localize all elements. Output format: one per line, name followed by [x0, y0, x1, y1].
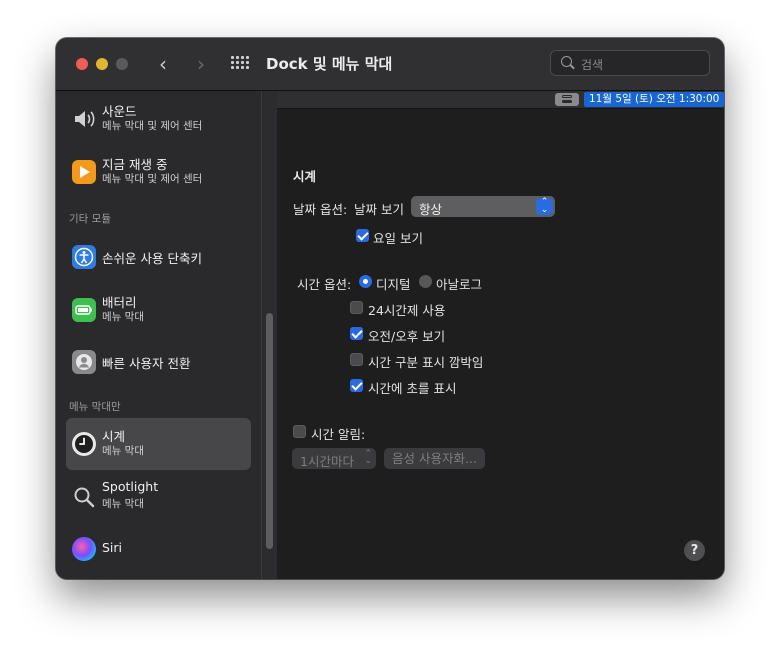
search-placeholder: 검색	[581, 58, 604, 72]
search-field[interactable]: 검색	[550, 50, 710, 76]
now-playing-icon	[72, 160, 96, 184]
announce-time-label: 시간 알림:	[311, 427, 366, 442]
announce-interval-popup[interactable]: 1시간마다 ⌃ ⌄	[292, 448, 376, 469]
sidebar: 사운드 메뉴 막대 및 제어 센터 지금 재생 중 메뉴 막대 및 제어 센터 …	[56, 91, 261, 579]
sidebar-scroll-thumb[interactable]	[266, 313, 273, 549]
sidebar-item-sublabel: 메뉴 막대	[102, 498, 144, 510]
sidebar-item-label: Spotlight	[102, 479, 159, 494]
announce-interval-value: 1시간마다	[300, 454, 354, 469]
menubar-preview: 11월 5일 (토) 오전 1:30:00	[277, 91, 724, 109]
customize-voice-button[interactable]: 음성 사용자화...	[384, 448, 485, 469]
show-date-label: 날짜 보기	[354, 202, 404, 217]
show-date-popup[interactable]: 항상 ⌃ ⌄	[411, 196, 555, 217]
24-hour-checkbox[interactable]	[350, 301, 363, 314]
show-date-value: 항상	[419, 202, 443, 217]
analog-radio[interactable]	[419, 275, 432, 288]
search-icon	[561, 56, 572, 67]
show-ampm-label: 오전/오후 보기	[368, 329, 446, 344]
show-all-grid-icon[interactable]	[231, 56, 249, 70]
show-seconds-label: 시간에 초를 표시	[368, 381, 457, 396]
date-options-label: 날짜 옵션:	[293, 202, 348, 217]
sidebar-item-label: 빠른 사용자 전환	[102, 356, 191, 371]
show-weekday-checkbox[interactable]	[356, 229, 369, 242]
popup-chevron-icon: ⌃ ⌄	[364, 449, 372, 466]
sidebar-item-accessibility[interactable]: 손쉬운 사용 단축키	[66, 231, 251, 283]
sidebar-item-label: 손쉬운 사용 단축키	[102, 251, 202, 266]
close-button[interactable]	[76, 58, 88, 70]
sidebar-item-spotlight[interactable]: Spotlight 메뉴 막대	[66, 471, 251, 523]
battery-icon	[72, 298, 96, 322]
analog-label: 아날로그	[436, 277, 483, 292]
sidebar-item-sound[interactable]: 사운드 메뉴 막대 및 제어 센터	[66, 93, 251, 145]
control-center-icon	[555, 93, 579, 106]
title-bar: ‹ › Dock 및 메뉴 막대 검색	[56, 38, 724, 91]
menubar-clock-preview: 11월 5일 (토) 오전 1:30:00	[584, 92, 724, 107]
sidebar-item-now-playing[interactable]: 지금 재생 중 메뉴 막대 및 제어 센터	[66, 146, 251, 198]
show-seconds-checkbox[interactable]	[350, 379, 363, 392]
clock-settings-pane: 11월 5일 (토) 오전 1:30:00 시계 날짜 옵션: 날짜 보기 항상…	[277, 91, 724, 579]
sidebar-item-sublabel: 메뉴 막대 및 제어 센터	[102, 173, 203, 185]
flash-separators-checkbox[interactable]	[350, 353, 363, 366]
sidebar-item-sublabel: 메뉴 막대	[102, 445, 144, 457]
digital-label: 디지털	[376, 277, 411, 292]
sidebar-item-siri[interactable]: Siri	[66, 523, 251, 575]
sidebar-item-battery[interactable]: 배터리 메뉴 막대	[66, 284, 251, 336]
accessibility-icon	[72, 245, 96, 269]
speaker-icon	[72, 107, 96, 131]
user-switch-icon	[72, 350, 96, 374]
show-weekday-label: 요일 보기	[373, 231, 423, 246]
window-title: Dock 및 메뉴 막대	[266, 55, 393, 73]
preferences-window: ‹ › Dock 및 메뉴 막대 검색 사운드 메뉴 막대 및 제어 센터 지금…	[56, 38, 724, 579]
sidebar-item-sublabel: 메뉴 막대 및 제어 센터	[102, 120, 203, 132]
siri-icon	[72, 537, 96, 561]
popup-chevron-icon: ⌃ ⌄	[536, 198, 553, 215]
forward-chevron-icon[interactable]: ›	[189, 52, 213, 76]
show-ampm-checkbox[interactable]	[350, 327, 363, 340]
section-heading: 시계	[293, 169, 317, 184]
sidebar-item-fast-user-switching[interactable]: 빠른 사용자 전환	[66, 336, 251, 388]
sidebar-section-other: 기타 모듈	[69, 213, 111, 225]
sidebar-item-clock[interactable]: 시계 메뉴 막대	[66, 418, 251, 470]
sidebar-section-menubar: 메뉴 막대만	[69, 401, 121, 413]
clock-icon	[72, 432, 96, 456]
help-button[interactable]: ?	[684, 540, 705, 561]
announce-time-checkbox[interactable]	[293, 425, 306, 438]
spotlight-icon	[72, 485, 96, 509]
sidebar-item-sublabel: 메뉴 막대	[102, 311, 144, 323]
back-chevron-icon[interactable]: ‹	[151, 52, 175, 76]
24-hour-label: 24시간제 사용	[368, 303, 446, 318]
sidebar-item-label: Siri	[102, 540, 123, 555]
time-options-label: 시간 옵션:	[297, 277, 352, 292]
flash-separators-label: 시간 구분 표시 깜박임	[368, 355, 484, 370]
sidebar-scrollbar[interactable]	[261, 91, 277, 579]
zoom-button[interactable]	[116, 58, 128, 70]
digital-radio[interactable]	[359, 275, 372, 288]
minimize-button[interactable]	[96, 58, 108, 70]
